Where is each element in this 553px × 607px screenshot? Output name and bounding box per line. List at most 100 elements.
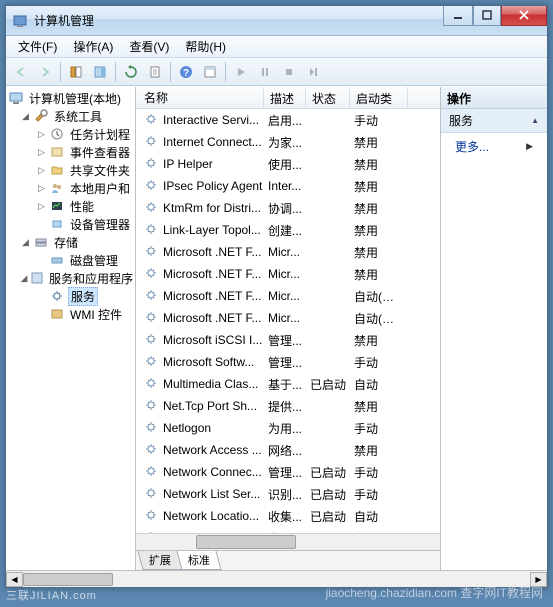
chevron-right-icon: ▶ [526, 141, 533, 152]
show-hide-tree-button[interactable] [65, 61, 87, 83]
service-status: 已启动 [306, 376, 350, 393]
maximize-button[interactable] [473, 6, 501, 26]
properties-button[interactable] [199, 61, 221, 83]
window-title: 计算机管理 [34, 12, 443, 29]
service-row[interactable]: Network Access ...网络...禁用 [136, 439, 440, 461]
service-desc: 创建... [264, 222, 306, 239]
expand-icon[interactable]: ▷ [36, 129, 47, 140]
actions-more[interactable]: 更多... ▶ [441, 133, 547, 160]
col-name[interactable]: 名称 [136, 87, 264, 108]
service-desc: 为家... [264, 134, 306, 151]
folder-icon [49, 162, 65, 178]
service-row[interactable]: Microsoft .NET F...Micr...自动(延迟 [136, 307, 440, 329]
service-row[interactable]: IP Helper使用...禁用 [136, 153, 440, 175]
tree-services[interactable]: 服务 [6, 287, 135, 305]
service-row[interactable]: Internet Connect...为家...禁用 [136, 131, 440, 153]
show-hide-action-button[interactable] [89, 61, 111, 83]
list-body[interactable]: Interactive Servi...启用...手动Internet Conn… [136, 109, 440, 533]
service-row[interactable]: Microsoft .NET F...Micr...自动(延迟 [136, 285, 440, 307]
scroll-left-button[interactable]: ◀ [6, 572, 23, 587]
col-status[interactable]: 状态 [306, 87, 350, 108]
collapse-icon[interactable]: ◢ [20, 273, 28, 284]
collapse-icon[interactable]: ▲ [531, 116, 539, 125]
gear-icon [144, 244, 160, 260]
service-startup: 禁用 [350, 244, 408, 261]
titlebar[interactable]: 计算机管理 [6, 6, 547, 36]
service-row[interactable]: Network Connec...管理...已启动手动 [136, 461, 440, 483]
tab-standard[interactable]: 标准 [176, 551, 221, 570]
service-desc: Inter... [264, 179, 306, 193]
back-button[interactable] [10, 61, 32, 83]
service-row[interactable]: Network List Ser...识别...已启动手动 [136, 483, 440, 505]
tree-performance[interactable]: ▷ 性能 [6, 197, 135, 215]
collapse-icon[interactable]: ◢ [20, 237, 31, 248]
tree-device-manager[interactable]: 设备管理器 [6, 215, 135, 233]
refresh-button[interactable] [120, 61, 142, 83]
minimize-button[interactable] [443, 6, 473, 26]
close-button[interactable] [501, 6, 547, 26]
service-row[interactable]: IPsec Policy AgentInter...禁用 [136, 175, 440, 197]
forward-button[interactable] [34, 61, 56, 83]
service-row[interactable]: Multimedia Clas...基于...已启动自动 [136, 373, 440, 395]
start-button[interactable] [230, 61, 252, 83]
service-startup: 自动 [350, 508, 408, 525]
scroll-thumb[interactable] [196, 535, 296, 549]
gear-icon [144, 112, 160, 128]
tools-icon [33, 108, 49, 124]
watermark-right: jiaocheng.chazidian.com 查字网IT教程网 [326, 584, 543, 601]
collapse-icon[interactable]: ◢ [20, 111, 31, 122]
service-row[interactable]: Microsoft .NET F...Micr...禁用 [136, 241, 440, 263]
service-desc: 收集... [264, 508, 306, 525]
service-startup: 禁用 [350, 222, 408, 239]
tree-event-viewer[interactable]: ▷ 事件查看器 [6, 143, 135, 161]
stop-button[interactable] [278, 61, 300, 83]
list-pane: 名称 描述 状态 启动类型 Interactive Servi...启用...手… [136, 87, 441, 570]
event-icon [49, 144, 65, 160]
help-button[interactable]: ? [175, 61, 197, 83]
col-desc[interactable]: 描述 [264, 87, 306, 108]
service-row[interactable]: Link-Layer Topol...创建...禁用 [136, 219, 440, 241]
tree-services-apps[interactable]: ◢ 服务和应用程序 [6, 269, 135, 287]
menu-help[interactable]: 帮助(H) [177, 36, 234, 57]
tree-root[interactable]: 计算机管理(本地) [6, 89, 135, 107]
tree-local-users[interactable]: ▷ 本地用户和 [6, 179, 135, 197]
gear-icon [144, 288, 160, 304]
menu-file[interactable]: 文件(F) [10, 36, 65, 57]
service-row[interactable]: Microsoft .NET F...Micr...禁用 [136, 263, 440, 285]
service-row[interactable]: Network Locatio...收集...已启动自动 [136, 505, 440, 527]
tree-system-tools[interactable]: ◢ 系统工具 [6, 107, 135, 125]
actions-section[interactable]: 服务 ▲ [441, 109, 547, 133]
tree-wmi[interactable]: WMI 控件 [6, 305, 135, 323]
pause-button[interactable] [254, 61, 276, 83]
expand-icon[interactable]: ▷ [36, 147, 47, 158]
gear-icon [144, 508, 160, 524]
h-scrollbar[interactable] [136, 533, 440, 550]
export-button[interactable] [144, 61, 166, 83]
gear-icon [144, 222, 160, 238]
device-icon [49, 216, 65, 232]
tree-storage[interactable]: ◢ 存储 [6, 233, 135, 251]
service-row[interactable]: Interactive Servi...启用...手动 [136, 109, 440, 131]
menu-action[interactable]: 操作(A) [65, 36, 121, 57]
expand-icon[interactable]: ▷ [36, 183, 47, 194]
tab-extended[interactable]: 扩展 [137, 551, 182, 570]
service-row[interactable]: Netlogon为用...手动 [136, 417, 440, 439]
scroll-thumb[interactable] [23, 573, 113, 586]
service-row[interactable]: Net.Tcp Port Sh...提供...禁用 [136, 395, 440, 417]
service-row[interactable]: Microsoft Softw...管理...手动 [136, 351, 440, 373]
expand-icon[interactable]: ▷ [36, 201, 47, 212]
tree-task-scheduler[interactable]: ▷ 任务计划程 [6, 125, 135, 143]
restart-button[interactable] [302, 61, 324, 83]
service-name: Net.Tcp Port Sh... [163, 399, 257, 413]
tree-shared-folders[interactable]: ▷ 共享文件夹 [6, 161, 135, 179]
service-name: Netlogon [163, 421, 211, 435]
col-startup[interactable]: 启动类型 [350, 87, 408, 108]
service-row[interactable]: Microsoft iSCSI I...管理...禁用 [136, 329, 440, 351]
gear-icon [144, 310, 160, 326]
tree-disk-management[interactable]: 磁盘管理 [6, 251, 135, 269]
result-tabs: 扩展 标准 [136, 550, 440, 570]
expand-icon[interactable]: ▷ [36, 165, 47, 176]
service-row[interactable]: KtmRm for Distri...协调...禁用 [136, 197, 440, 219]
menu-view[interactable]: 查看(V) [121, 36, 177, 57]
gear-icon [144, 178, 160, 194]
